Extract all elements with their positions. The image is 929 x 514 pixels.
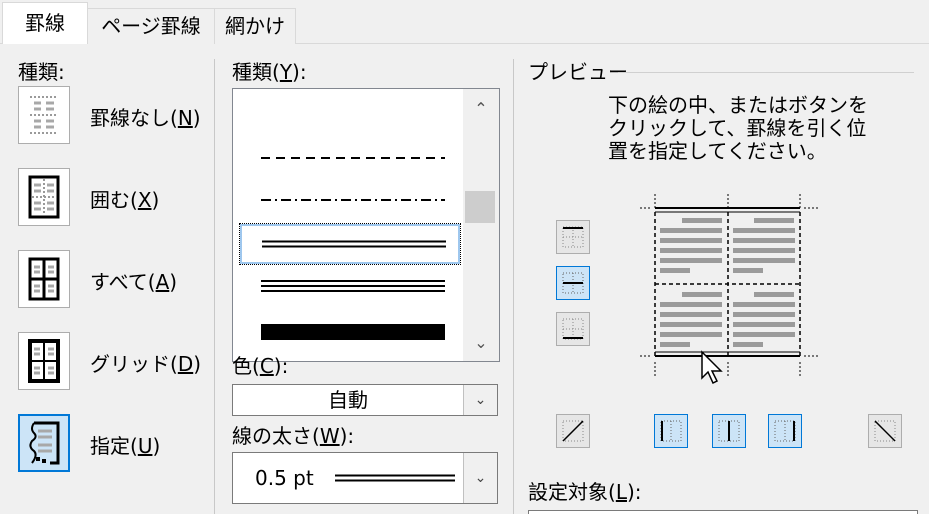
preview-instructions: 下の絵の中、またはボタンを クリックして、罫線を引く位 置を指定してください。 [608,93,868,163]
chevron-down-icon[interactable]: ⌄ [463,453,497,503]
setting-box-button[interactable] [18,168,70,226]
setting-all-label: すべて(A) [90,270,178,294]
preview-group-line [618,72,914,73]
right-border-icon [774,420,796,442]
color-value: 自動 [328,388,368,412]
color-combobox[interactable]: 自動 ⌄ [232,384,498,416]
diagonal-up-border-button[interactable] [556,414,590,448]
setting-none-button[interactable] [18,86,70,144]
line-style-double[interactable] [239,223,461,265]
no-border-icon [30,96,58,134]
custom-border-icon [29,421,60,465]
diagonal-up-border-icon [562,420,584,442]
tab-page-borders[interactable]: ページ罫線 [87,8,215,44]
scroll-down-icon[interactable]: ⌄ [463,325,499,361]
scroll-up-icon[interactable]: ⌃ [463,91,499,127]
grid-border-icon [28,339,60,383]
line-style-listbox[interactable]: ⌃ ⌄ [232,88,500,362]
apply-to-label: 設定対象(L): [528,480,642,504]
bottom-border-button[interactable] [556,312,590,346]
width-combobox[interactable]: 0.5 pt ⌄ [232,452,498,504]
line-style-dash[interactable] [239,137,461,179]
tab-borders[interactable]: 罫線 [2,2,88,44]
line-style-thick[interactable] [239,311,461,353]
setting-all-button[interactable] [18,250,70,308]
top-border-icon [562,226,584,248]
inside-vertical-border-icon [718,420,740,442]
right-border-button[interactable] [768,414,802,448]
setting-grid-button[interactable] [18,332,70,390]
width-label: 線の太さ(W): [232,424,355,448]
all-borders-icon [28,257,60,301]
setting-grid-label: グリッド(D) [90,352,202,376]
tab-strip: 罫線 ページ罫線 網かけ [0,0,929,44]
tab-shading[interactable]: 網かけ [214,8,296,44]
inside-vertical-border-button[interactable] [712,414,746,448]
setting-box-label: 囲む(X) [90,188,160,212]
apply-to-combobox[interactable] [528,510,918,514]
style-label: 種類(Y): [232,60,307,84]
width-line-preview [335,474,455,482]
setting-custom-label: 指定(U) [90,434,161,458]
borders-panel: 種類: 罫線なし(N) 囲む(X) すべて(A) グリッド(D) 指定(U) 種… [0,44,929,514]
inside-horizontal-border-icon [562,272,584,294]
inside-horizontal-border-button[interactable] [556,266,590,300]
line-style-thin-thick-thin[interactable] [239,265,461,307]
setting-custom-button[interactable] [18,414,70,472]
column-separator [513,59,514,514]
left-border-icon [660,420,682,442]
line-style-scrollbar[interactable]: ⌃ ⌄ [463,89,499,361]
setting-none-label: 罫線なし(N) [90,106,201,130]
column-separator [214,59,215,514]
setting-heading: 種類: [18,60,65,84]
color-label: 色(C): [232,354,289,378]
preview-heading: プレビュー [528,60,628,84]
chevron-down-icon[interactable]: ⌄ [463,385,497,415]
scroll-thumb[interactable] [465,191,495,223]
left-border-button[interactable] [654,414,688,448]
box-border-icon [28,175,60,219]
top-border-button[interactable] [556,220,590,254]
diagonal-down-border-button[interactable] [868,414,902,448]
width-value: 0.5 pt [255,466,314,490]
border-preview-diagram[interactable] [640,190,820,380]
diagonal-down-border-icon [874,420,896,442]
bottom-border-icon [562,318,584,340]
line-style-dash-dot[interactable] [239,179,461,221]
mouse-cursor-icon [701,350,723,385]
